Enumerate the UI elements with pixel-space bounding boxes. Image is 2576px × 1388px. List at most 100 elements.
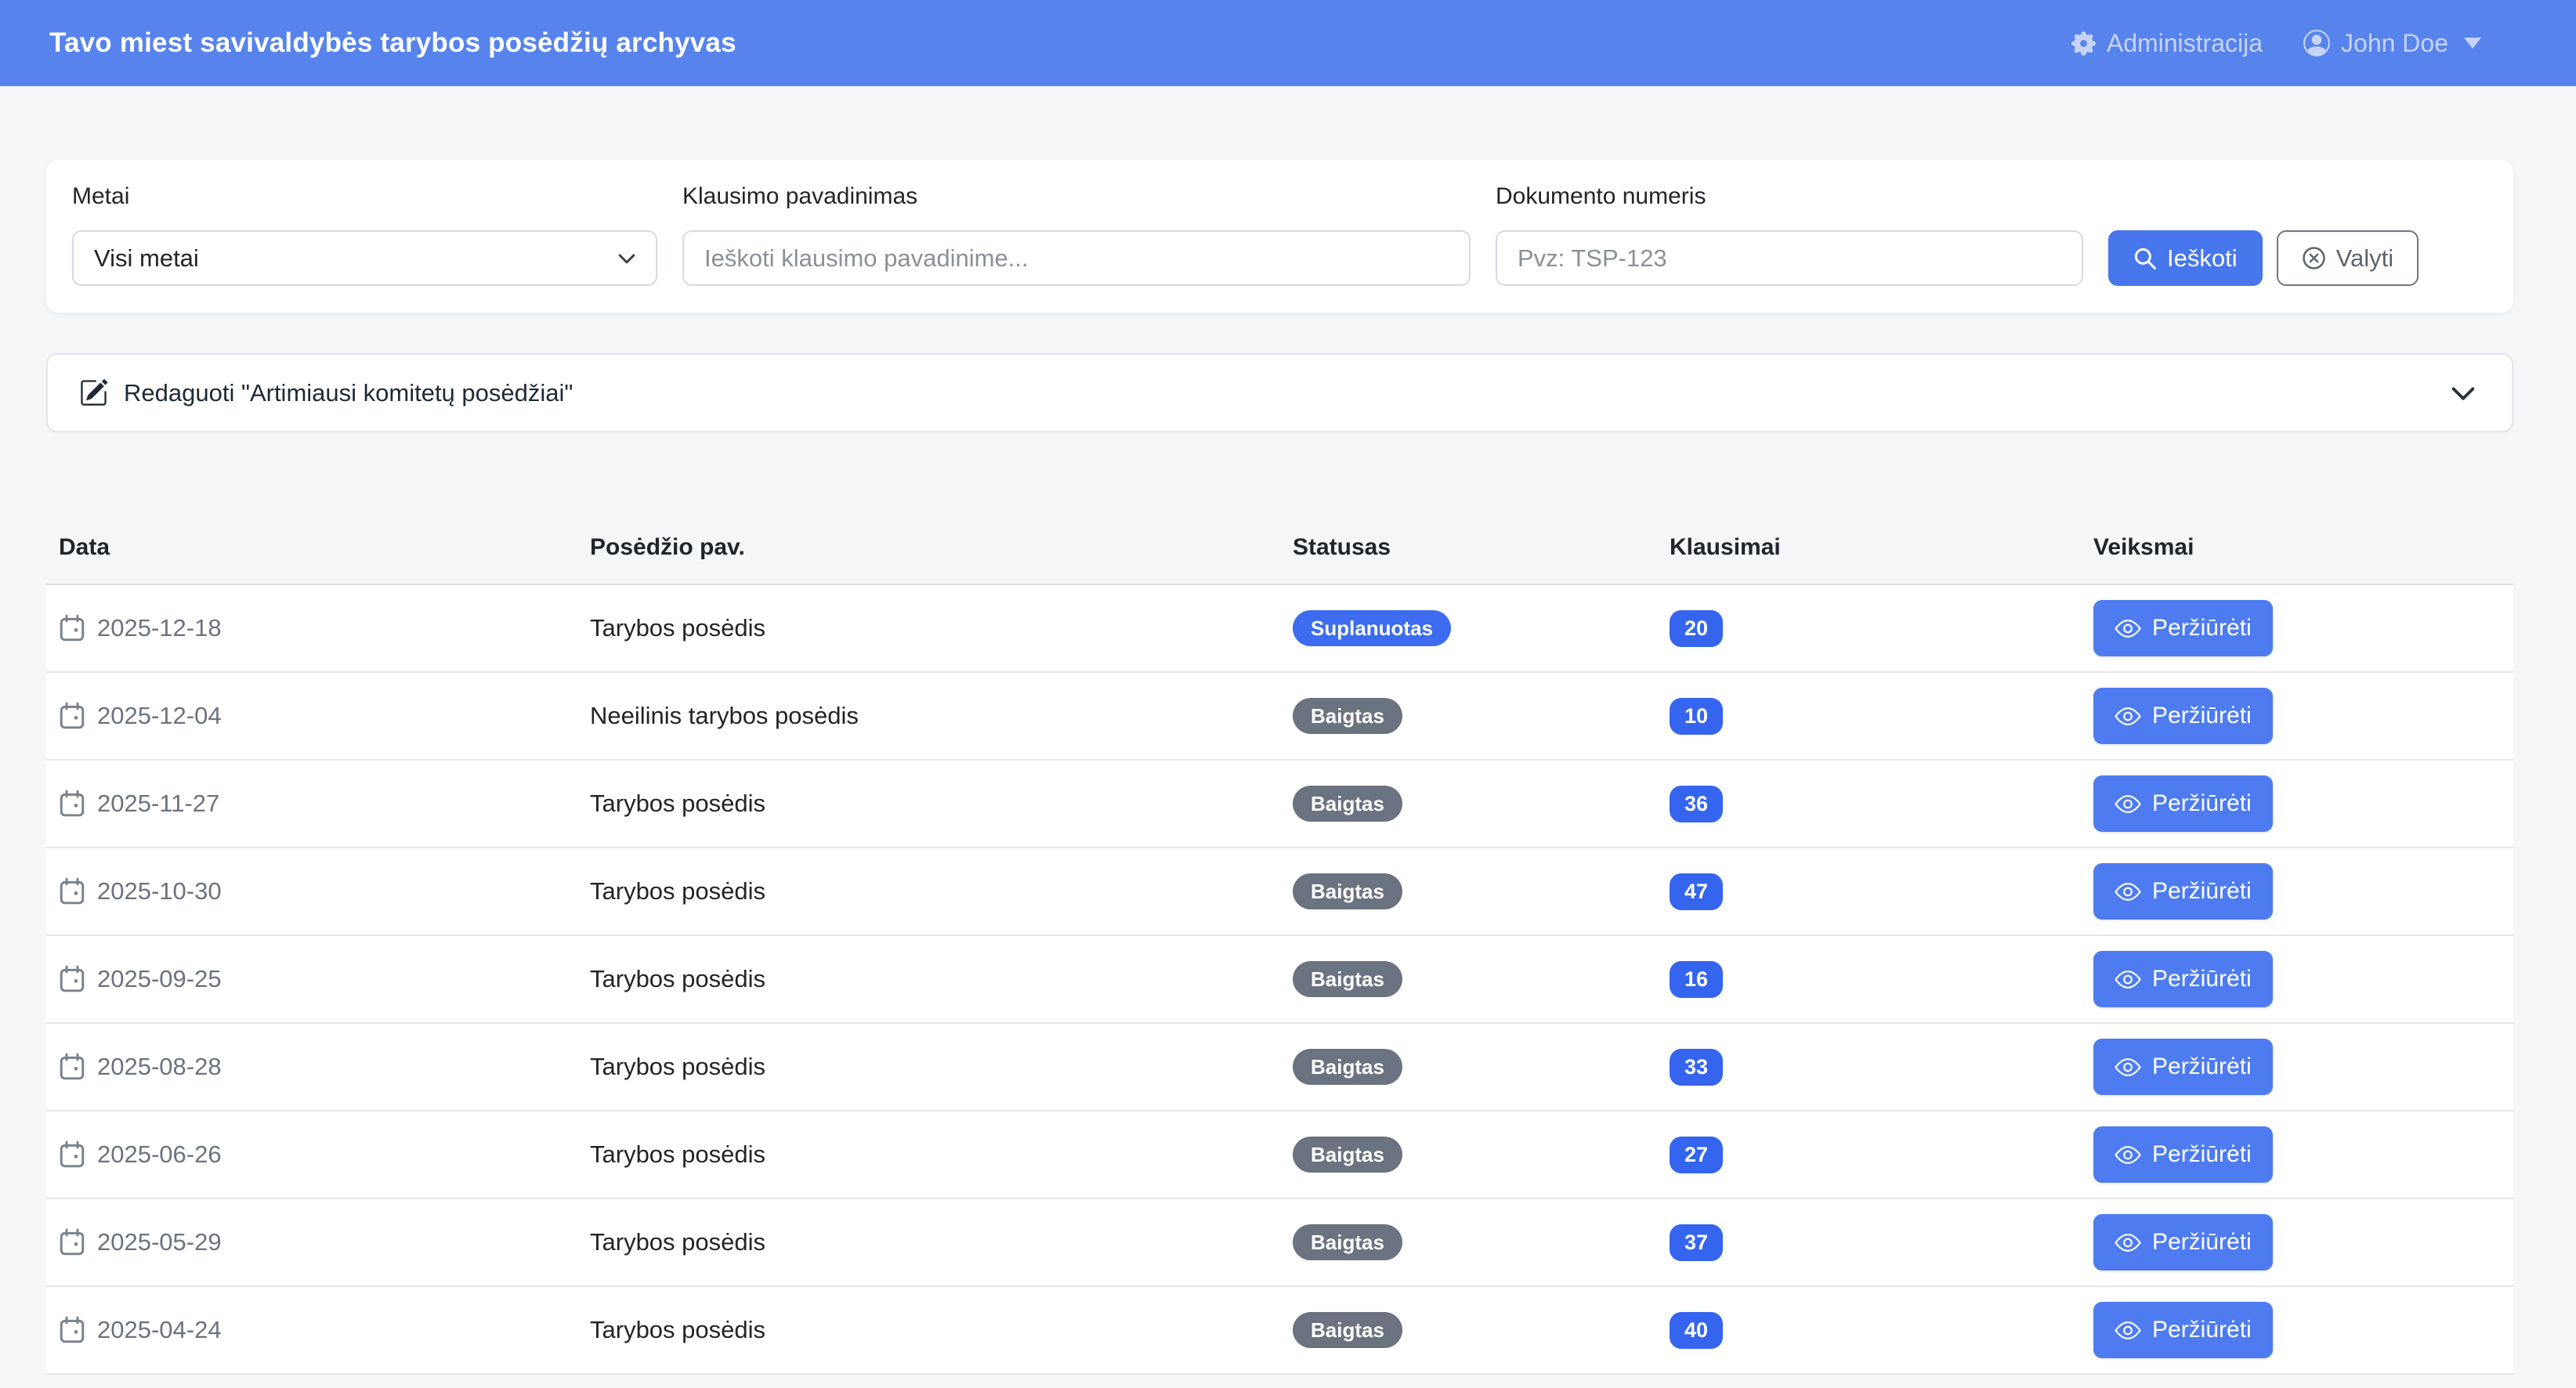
search-button[interactable]: Ieškoti: [2108, 230, 2263, 286]
questions-count-badge: 20: [1670, 610, 1723, 647]
eye-icon: [2115, 1145, 2141, 1165]
document-number-input[interactable]: [1496, 230, 2083, 286]
actions-cell: Peržiūrėti: [2093, 688, 2513, 744]
question-search-input[interactable]: [682, 230, 1471, 286]
table-row: 2025-12-04 Neeilinis tarybos posėdis Bai…: [46, 673, 2513, 761]
questions-count-cell: 20: [1670, 610, 2093, 647]
eye-icon: [2115, 707, 2141, 726]
status-badge: Baigtas: [1293, 1137, 1402, 1173]
questions-count-cell: 37: [1670, 1224, 2093, 1261]
meeting-date: 2025-08-28: [97, 1053, 222, 1081]
view-button[interactable]: Peržiūrėti: [2093, 1039, 2273, 1095]
questions-count-badge: 27: [1670, 1137, 1723, 1173]
column-header-status: Statusas: [1293, 534, 1670, 561]
view-button[interactable]: Peržiūrėti: [2093, 863, 2273, 920]
view-button[interactable]: Peržiūrėti: [2093, 600, 2273, 656]
year-label: Metai: [72, 183, 657, 210]
gear-icon: [2071, 31, 2096, 56]
table-row: 2025-11-27 Tarybos posėdis Baigtas 36 Pe…: [46, 761, 2513, 848]
meeting-date-cell: 2025-05-29: [46, 1228, 590, 1256]
questions-count-cell: 27: [1670, 1137, 2093, 1173]
actions-cell: Peržiūrėti: [2093, 1302, 2513, 1358]
table-row: 2025-09-25 Tarybos posėdis Baigtas 16 Pe…: [46, 936, 2513, 1024]
status-badge: Baigtas: [1293, 1049, 1402, 1085]
meeting-title: Tarybos posėdis: [590, 1228, 1293, 1256]
meeting-date-cell: 2025-10-30: [46, 877, 590, 905]
column-header-title: Posėdžio pav.: [590, 534, 1293, 561]
meeting-status-cell: Baigtas: [1293, 698, 1670, 734]
questions-count-badge: 37: [1670, 1224, 1723, 1261]
calendar-icon: [59, 1053, 85, 1081]
meeting-date-cell: 2025-06-26: [46, 1140, 590, 1169]
meeting-status-cell: Baigtas: [1293, 961, 1670, 997]
view-button[interactable]: Peržiūrėti: [2093, 1302, 2273, 1358]
questions-count-badge: 16: [1670, 961, 1723, 998]
meeting-title: Tarybos posėdis: [590, 877, 1293, 905]
table-row: 2025-08-28 Tarybos posėdis Baigtas 33 Pe…: [46, 1024, 2513, 1111]
questions-count-badge: 40: [1670, 1312, 1723, 1349]
actions-cell: Peržiūrėti: [2093, 775, 2513, 832]
meeting-date: 2025-09-25: [97, 965, 222, 993]
year-select[interactable]: Visi metai: [72, 230, 657, 286]
filter-buttons: Ieškoti Valyti: [2108, 230, 2419, 286]
eye-icon: [2115, 882, 2141, 902]
document-number-label: Dokumento numeris: [1496, 183, 2083, 210]
eye-icon: [2115, 1233, 2141, 1252]
view-button-label: Peržiūrėti: [2152, 1054, 2252, 1080]
meeting-status-cell: Baigtas: [1293, 1224, 1670, 1260]
status-badge: Baigtas: [1293, 698, 1402, 734]
user-menu[interactable]: John Doe: [2303, 29, 2481, 58]
meeting-date: 2025-12-18: [97, 614, 222, 642]
column-header-date: Data: [46, 534, 590, 561]
questions-count-badge: 36: [1670, 786, 1723, 822]
edit-committee-meetings-accordion[interactable]: Redaguoti "Artimiausi komitetų posėdžiai…: [46, 353, 2513, 432]
eye-icon: [2115, 794, 2141, 814]
search-button-label: Ieškoti: [2167, 244, 2238, 273]
view-button[interactable]: Peržiūrėti: [2093, 1126, 2273, 1183]
clear-button[interactable]: Valyti: [2277, 230, 2419, 286]
calendar-icon: [59, 877, 85, 905]
meeting-date: 2025-06-26: [97, 1140, 222, 1169]
year-filter-group: Metai Visi metai: [72, 183, 657, 286]
meeting-date: 2025-10-30: [97, 877, 222, 905]
column-header-questions: Klausimai: [1670, 534, 2093, 561]
user-name: John Doe: [2341, 29, 2448, 58]
filter-card: Metai Visi metai Klausimo pavadinimas Do…: [46, 160, 2513, 313]
eye-icon: [2115, 1321, 2141, 1340]
top-header-actions: Administracija John Doe: [2071, 29, 2481, 58]
column-header-actions: Veiksmai: [2093, 534, 2513, 561]
view-button[interactable]: Peržiūrėti: [2093, 775, 2273, 832]
status-badge: Suplanuotas: [1293, 610, 1451, 646]
meeting-status-cell: Baigtas: [1293, 1137, 1670, 1173]
admin-menu-link[interactable]: Administracija: [2071, 29, 2263, 58]
top-header: Tavo miest savivaldybės tarybos posėdžių…: [0, 0, 2576, 86]
meetings-table: Data Posėdžio pav. Statusas Klausimai Ve…: [46, 511, 2513, 1375]
meeting-title: Tarybos posėdis: [590, 1053, 1293, 1081]
view-button[interactable]: Peržiūrėti: [2093, 688, 2273, 744]
table-row: 2025-05-29 Tarybos posėdis Baigtas 37 Pe…: [46, 1199, 2513, 1287]
meeting-date-cell: 2025-08-28: [46, 1053, 590, 1081]
eye-icon: [2115, 1057, 2141, 1077]
questions-count-cell: 33: [1670, 1049, 2093, 1086]
admin-menu-label: Administracija: [2107, 29, 2263, 58]
question-search-label: Klausimo pavadinimas: [682, 183, 1471, 210]
meeting-status-cell: Suplanuotas: [1293, 610, 1670, 646]
questions-count-cell: 47: [1670, 873, 2093, 910]
status-badge: Baigtas: [1293, 961, 1402, 997]
calendar-icon: [59, 614, 85, 642]
x-circle-icon: [2302, 246, 2326, 270]
view-button[interactable]: Peržiūrėti: [2093, 1214, 2273, 1271]
view-button-label: Peržiūrėti: [2152, 790, 2252, 817]
app-title: Tavo miest savivaldybės tarybos posėdžių…: [49, 27, 736, 59]
meeting-title: Neeilinis tarybos posėdis: [590, 702, 1293, 730]
meeting-date: 2025-12-04: [97, 702, 222, 730]
calendar-icon: [59, 702, 85, 730]
questions-count-cell: 10: [1670, 698, 2093, 735]
questions-count-cell: 40: [1670, 1312, 2093, 1349]
view-button[interactable]: Peržiūrėti: [2093, 951, 2273, 1007]
meeting-date-cell: 2025-12-18: [46, 614, 590, 642]
questions-count-badge: 10: [1670, 698, 1723, 735]
calendar-icon: [59, 1140, 85, 1169]
year-select-value: Visi metai: [94, 244, 199, 273]
meeting-status-cell: Baigtas: [1293, 873, 1670, 909]
